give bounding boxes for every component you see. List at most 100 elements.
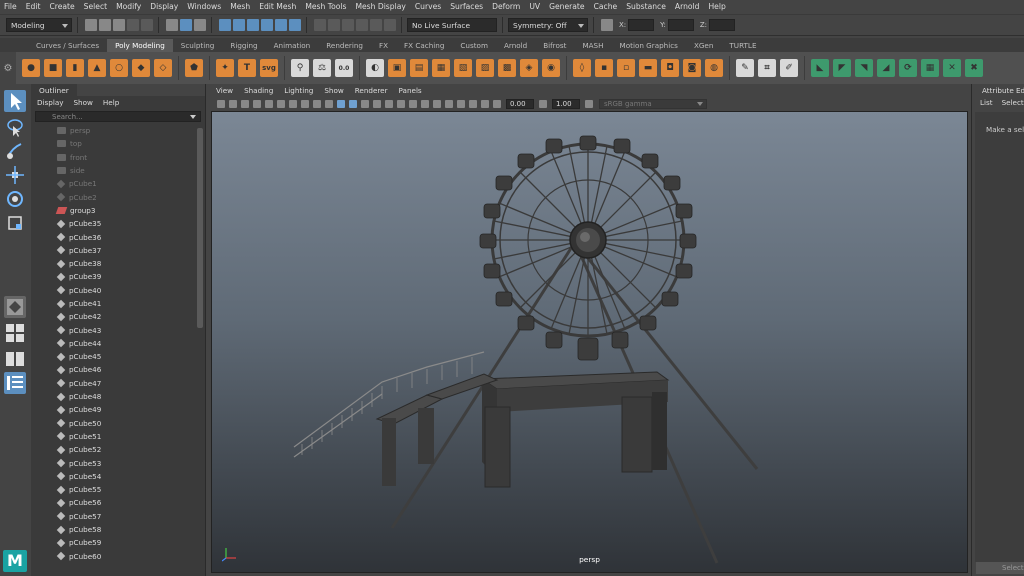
menu-surfaces[interactable]: Surfaces xyxy=(450,2,483,11)
ipr-render-icon[interactable] xyxy=(328,19,340,31)
attr-menu-list[interactable]: List xyxy=(980,98,993,107)
shelf-tab-poly-modeling[interactable]: Poly Modeling xyxy=(107,39,173,52)
wedge-icon[interactable]: ◙ xyxy=(683,59,701,77)
outliner-item[interactable]: pCube39 xyxy=(31,270,196,283)
outliner-item[interactable]: pCube56 xyxy=(31,496,196,509)
viewport-menu-view[interactable]: View xyxy=(216,86,233,95)
exposure-icon[interactable] xyxy=(493,100,501,108)
camera-attrs-icon[interactable] xyxy=(229,100,237,108)
snap-grid-icon[interactable] xyxy=(219,19,231,31)
lighting-icon[interactable] xyxy=(384,19,396,31)
attribute-select-button[interactable]: Select xyxy=(976,562,1024,574)
two-pane-layout-icon[interactable] xyxy=(4,348,26,370)
poly-sphere-icon[interactable]: ● xyxy=(22,59,40,77)
mode-dropdown[interactable]: Modeling xyxy=(6,18,72,32)
poly-cube-icon[interactable]: ■ xyxy=(44,59,62,77)
snap-live-icon[interactable] xyxy=(289,19,301,31)
film-gate-icon[interactable] xyxy=(277,100,285,108)
lasso-tool-icon[interactable] xyxy=(4,116,26,138)
poly-torus-icon[interactable]: ○ xyxy=(110,59,128,77)
rotate-tool-icon[interactable] xyxy=(4,188,26,210)
outliner-item[interactable]: pCube49 xyxy=(31,403,196,416)
resolution-gate-icon[interactable] xyxy=(289,100,297,108)
collapse-icon[interactable]: ▪ xyxy=(595,59,613,77)
outliner-menu-help[interactable]: Help xyxy=(103,98,119,107)
scale-tool-icon[interactable] xyxy=(4,212,26,234)
render-icon[interactable] xyxy=(314,19,326,31)
outliner-item[interactable]: side xyxy=(31,164,196,177)
menu-cache[interactable]: Cache xyxy=(594,2,618,11)
open-scene-icon[interactable] xyxy=(99,19,111,31)
append-icon[interactable]: ▫ xyxy=(617,59,635,77)
poly-cone-icon[interactable]: ▲ xyxy=(88,59,106,77)
viewport-menu-panels[interactable]: Panels xyxy=(399,86,422,95)
gamma-field[interactable]: 1.00 xyxy=(552,99,580,109)
poke-icon[interactable]: ◘ xyxy=(661,59,679,77)
bevel-icon[interactable]: ◈ xyxy=(520,59,538,77)
shelf-tab-custom[interactable]: Custom xyxy=(452,39,496,52)
outliner-item[interactable]: pCube40 xyxy=(31,284,196,297)
gamma-icon[interactable] xyxy=(539,100,547,108)
shelf-tab-fx-caching[interactable]: FX Caching xyxy=(396,39,452,52)
menu-edit[interactable]: Edit xyxy=(26,2,41,11)
poly-plane-icon[interactable]: ◆ xyxy=(132,59,150,77)
shadows-icon[interactable] xyxy=(397,100,405,108)
shelf-tab-fx[interactable]: FX xyxy=(371,39,396,52)
menu-mesh-display[interactable]: Mesh Display xyxy=(355,2,405,11)
lights-icon[interactable] xyxy=(385,100,393,108)
menu-mesh[interactable]: Mesh xyxy=(230,2,250,11)
super-shape-icon[interactable]: ✦ xyxy=(216,59,234,77)
x-field[interactable] xyxy=(628,19,655,31)
bridge-icon[interactable]: ▩ xyxy=(498,59,516,77)
new-scene-icon[interactable] xyxy=(85,19,97,31)
smooth-icon[interactable]: ▤ xyxy=(410,59,428,77)
menu-select[interactable]: Select xyxy=(84,2,107,11)
shelf-tab-sculpting[interactable]: Sculpting xyxy=(173,39,223,52)
menu-arnold[interactable]: Arnold xyxy=(675,2,700,11)
paint-select-icon[interactable] xyxy=(4,140,26,162)
menu-substance[interactable]: Substance xyxy=(626,2,666,11)
snap-curve-icon[interactable] xyxy=(233,19,245,31)
outliner-item[interactable]: pCube44 xyxy=(31,337,196,350)
boolean-icon[interactable]: ▦ xyxy=(432,59,450,77)
uv-checker-icon[interactable]: ▦ xyxy=(921,59,939,77)
outliner-item[interactable]: pCube58 xyxy=(31,523,196,536)
outliner-item[interactable]: pCube60 xyxy=(31,550,196,563)
snap-surface-icon[interactable] xyxy=(275,19,287,31)
shelf-tab-curves-surfaces[interactable]: Curves / Surfaces xyxy=(28,39,107,52)
outliner-item[interactable]: group3 xyxy=(31,204,196,217)
snap-plane-icon[interactable] xyxy=(261,19,273,31)
textured-icon[interactable] xyxy=(373,100,381,108)
center-pivot-icon[interactable]: 0.0 xyxy=(335,59,353,77)
outliner-item[interactable]: pCube36 xyxy=(31,230,196,243)
color-space-dropdown[interactable]: sRGB gamma xyxy=(599,99,707,109)
shelf-tab-rigging[interactable]: Rigging xyxy=(222,39,265,52)
outliner-item[interactable]: pCube46 xyxy=(31,363,196,376)
menu-file[interactable]: File xyxy=(4,2,17,11)
sidebar-toggle-icon[interactable] xyxy=(601,19,613,31)
outliner-item[interactable]: pCube52 xyxy=(31,443,196,456)
menu-curves[interactable]: Curves xyxy=(415,2,441,11)
uv-cut-icon[interactable]: ◢ xyxy=(877,59,895,77)
gate-mask-icon[interactable] xyxy=(301,100,309,108)
outliner-item[interactable]: pCube51 xyxy=(31,430,196,443)
snap-point-icon[interactable] xyxy=(247,19,259,31)
antialiasing-icon[interactable] xyxy=(433,100,441,108)
xray-joints-icon[interactable] xyxy=(481,100,489,108)
poly-cylinder-icon[interactable]: ▮ xyxy=(66,59,84,77)
save-scene-icon[interactable] xyxy=(113,19,125,31)
poly-disc-icon[interactable]: ◇ xyxy=(154,59,172,77)
select-component-icon[interactable] xyxy=(194,19,206,31)
undo-icon[interactable] xyxy=(127,19,139,31)
motion-blur-icon[interactable] xyxy=(421,100,429,108)
menu-generate[interactable]: Generate xyxy=(549,2,584,11)
menu-help[interactable]: Help xyxy=(708,2,725,11)
menu-deform[interactable]: Deform xyxy=(492,2,520,11)
shelf-tab-bifrost[interactable]: Bifrost xyxy=(535,39,574,52)
redo-icon[interactable] xyxy=(141,19,153,31)
shelf-tab-arnold[interactable]: Arnold xyxy=(496,39,535,52)
y-field[interactable] xyxy=(667,19,694,31)
menu-windows[interactable]: Windows xyxy=(187,2,221,11)
measure-icon[interactable]: ⚖ xyxy=(313,59,331,77)
z-field[interactable] xyxy=(709,19,736,31)
